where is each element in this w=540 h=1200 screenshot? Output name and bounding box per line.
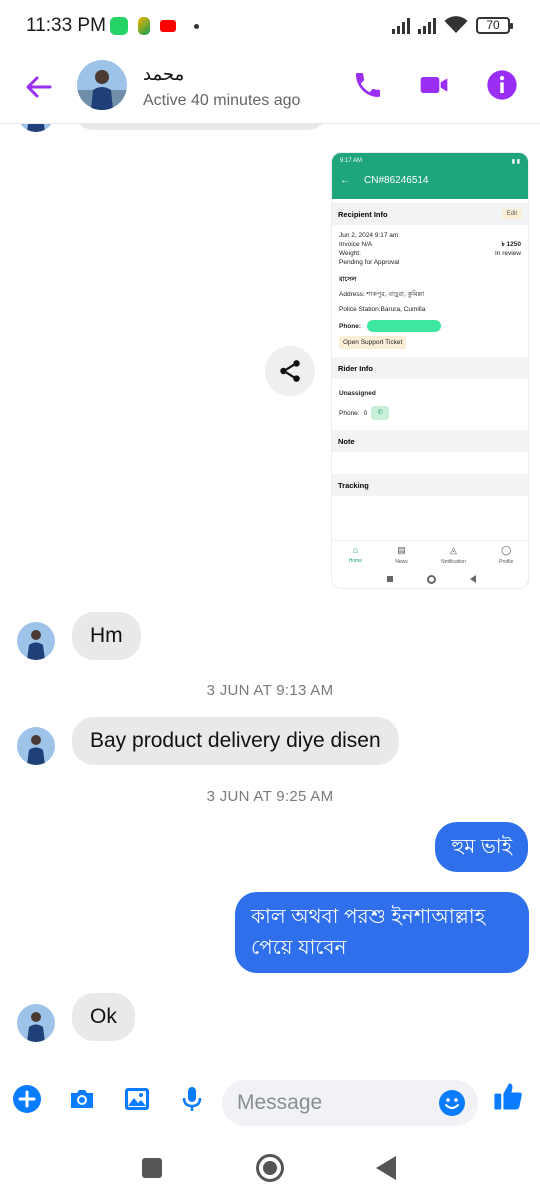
nav-news: News (395, 559, 408, 565)
police-station: Police Station:Barura, Cumilla (339, 306, 426, 313)
whatsapp-icon (110, 17, 128, 35)
message-bubble-outgoing[interactable]: কাল অথবা পরশু ইনশাআল্লাহ পেয়ে যাবেন (235, 892, 529, 973)
screenshot-title: CN#86246514 (364, 175, 429, 186)
emoji-icon[interactable] (438, 1089, 466, 1117)
notification-icon: ◬ (450, 545, 457, 555)
gallery-icon[interactable] (122, 1084, 152, 1114)
contact-avatar-small (17, 1004, 55, 1042)
review-status: In review (494, 250, 521, 257)
screenshot-square-icon (386, 576, 393, 582)
message-bubble-incoming[interactable]: Hm (72, 612, 141, 660)
recipient-info-label: Recipient Info (338, 209, 388, 219)
screenshot-status-time: 9:17 AM (340, 158, 363, 164)
invoice: Invoice N/A (339, 241, 373, 248)
edit-badge: Edit (501, 209, 522, 219)
screenshot-back-triangle-icon (469, 575, 476, 583)
timestamp: 3 JUN AT 9:25 AM (206, 788, 334, 805)
plus-icon[interactable] (12, 1084, 42, 1114)
rider-unassigned: Unassigned (339, 390, 376, 397)
amount: ৳ 1250 (501, 241, 521, 248)
home-icon: ⌂ (352, 545, 359, 555)
status-bar: 11:33 PM 70 (0, 0, 540, 54)
screenshot-bottom-nav: ⌂ Home ▤ News ◬ Notification ◯ Profile (332, 540, 528, 570)
info-icon[interactable] (486, 69, 518, 101)
weight: Weight: (339, 250, 361, 257)
rider-call-icon: ✆ (371, 406, 390, 420)
nav-home: Home (348, 558, 362, 564)
timestamp: 3 JUN AT 9:13 AM (206, 682, 334, 699)
contact-name: محمد (143, 64, 185, 84)
back-arrow-icon[interactable] (22, 70, 56, 104)
news-icon: ▤ (397, 545, 406, 555)
order-date: Jun 2, 2024 9:17 am (339, 232, 399, 239)
profile-icon: ◯ (501, 545, 512, 555)
camera-icon[interactable] (67, 1084, 97, 1114)
screenshot-back-icon: ← (340, 175, 350, 186)
message-placeholder: Message (237, 1091, 323, 1114)
composer: Message (0, 1072, 540, 1134)
contact-avatar-small (17, 124, 55, 132)
rider-phone-value: 0 (363, 409, 368, 417)
message-bubble-incoming[interactable]: Bay product delivery diye disen (72, 717, 399, 765)
note-label: Note (338, 436, 355, 446)
home-button[interactable] (256, 1154, 284, 1182)
recipient-name: রাসেল (339, 276, 357, 283)
approval-status: Pending for Approval (339, 259, 400, 266)
share-button[interactable] (265, 346, 315, 396)
phone-redaction (367, 320, 442, 332)
share-icon (280, 360, 300, 382)
chat-header: محمد Active 40 minutes ago (0, 54, 540, 124)
nav-notification: Notification (441, 559, 466, 565)
recipient-address: Address: শাকপুর, বাড়ুরা, কুমিল্লা (339, 291, 425, 298)
signal-icon-2 (418, 16, 436, 34)
notification-dot-icon (194, 23, 199, 29)
phone-call-icon[interactable] (352, 69, 384, 101)
system-nav-bar (0, 1134, 540, 1200)
microphone-icon[interactable] (177, 1084, 207, 1114)
app-notification-icon (138, 17, 150, 35)
rider-info-label: Rider Info (338, 363, 373, 373)
battery-icon: 70 (476, 16, 513, 34)
message-bubble-outgoing[interactable]: হুম ভাই (435, 822, 528, 872)
phone-label: Phone: (339, 322, 362, 330)
rider-phone-label: Phone: (339, 409, 360, 417)
status-time: 11:33 PM (26, 15, 106, 36)
contact-avatar[interactable] (77, 60, 127, 110)
message-input[interactable]: Message (222, 1080, 478, 1126)
wifi-icon (444, 16, 468, 33)
contact-avatar-small (17, 727, 55, 765)
recents-button[interactable] (142, 1158, 162, 1178)
contact-avatar-small (17, 622, 55, 660)
youtube-icon (160, 20, 176, 32)
back-button[interactable] (376, 1156, 396, 1180)
screenshot-circle-icon (426, 574, 436, 584)
video-call-icon[interactable] (418, 69, 450, 101)
message-bubble-clipped[interactable] (72, 124, 330, 130)
active-status: Active 40 minutes ago (143, 92, 301, 109)
shared-screenshot[interactable]: 9:17 AM ▮ ▮ ← CN#86246514 Recipient Info Ed… (331, 152, 529, 589)
nav-profile: Profile (499, 559, 514, 565)
message-list[interactable]: 9:17 AM ▮ ▮ ← CN#86246514 Recipient Info Ed… (0, 124, 540, 1060)
open-support-ticket-button: Open Support Ticket (339, 336, 407, 349)
home-button-dot (263, 1161, 277, 1175)
message-bubble-incoming[interactable]: Ok (72, 993, 135, 1041)
thumbs-up-icon[interactable] (491, 1080, 525, 1114)
tracking-label: Tracking (338, 480, 369, 490)
signal-icon (392, 16, 410, 34)
